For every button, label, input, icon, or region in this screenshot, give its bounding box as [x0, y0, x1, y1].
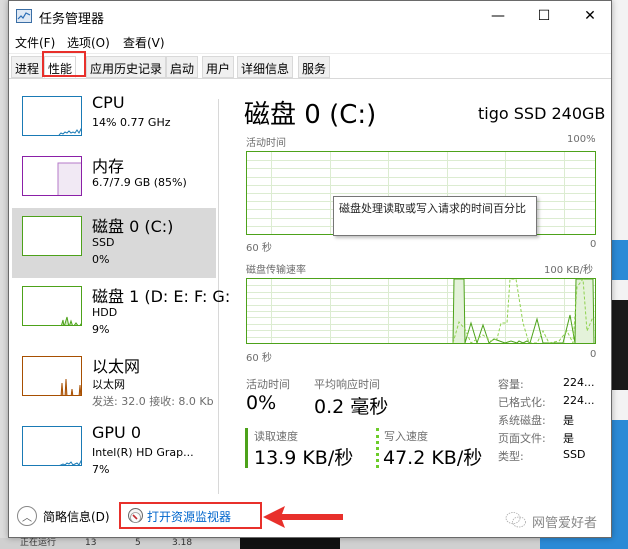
sidebar-item-disk-0[interactable]: 磁盘 0 (C:) SSD 0% — [12, 208, 216, 278]
fewer-details-button[interactable]: ︿ — [17, 506, 37, 526]
title-bar[interactable]: 任务管理器 — ☐ ✕ — [9, 1, 611, 31]
disk-model: tigo SSD 240GB — [478, 104, 606, 123]
active-time-stat-value: 0% — [246, 392, 277, 414]
menu-view[interactable]: 查看(V) — [123, 34, 165, 51]
task-manager-icon — [16, 9, 32, 23]
transfer-chart-label: 磁盘传输速率 — [246, 265, 306, 276]
sidebar-item-detail: 6.7/7.9 GB (85%) — [92, 176, 187, 189]
background-window-fragment — [612, 240, 628, 280]
tab-startup[interactable]: 启动 — [166, 56, 199, 78]
read-speed-value: 13.9 KB/秒 — [254, 447, 354, 469]
sidebar-item-title: CPU — [92, 93, 125, 112]
background-text: 正在运行 — [20, 538, 57, 548]
write-speed-label: 写入速度 — [384, 430, 428, 443]
formatted-label: 已格式化: — [498, 396, 546, 409]
cpu-thumbnail-graph — [22, 96, 82, 136]
write-speed-indicator — [376, 428, 379, 468]
system-disk-label: 系统磁盘: — [498, 414, 546, 427]
sidebar-item-usage: 9% — [92, 323, 110, 336]
close-icon: ✕ — [584, 8, 596, 24]
sidebar-item-title: 以太网 — [92, 357, 141, 376]
read-rate-spike — [574, 279, 595, 343]
avg-response-value: 0.2 毫秒 — [314, 396, 389, 418]
capacity-label: 容量: — [498, 378, 524, 391]
tab-bar: 进程 性能 应用历史记录 启动 用户 详细信息 服务 — [9, 53, 611, 79]
sidebar-item-detail: 以太网 — [92, 378, 125, 391]
system-disk-value: 是 — [563, 414, 574, 427]
page-file-value: 是 — [563, 432, 574, 445]
maximize-icon: ☐ — [537, 8, 551, 24]
background-text: 5 — [135, 538, 141, 548]
tab-details[interactable]: 详细信息 — [237, 56, 294, 78]
avg-response-label: 平均响应时间 — [314, 378, 380, 391]
read-speed-label: 读取速度 — [254, 430, 298, 443]
sidebar-item-detail: SSD — [92, 236, 115, 249]
tab-users[interactable]: 用户 — [202, 56, 235, 78]
sidebar-item-detail: 14% 0.77 GHz — [92, 116, 171, 129]
highlight-annotation — [42, 51, 86, 77]
sidebar-item-usage: 7% — [92, 463, 110, 476]
fewer-details-label[interactable]: 简略信息(D) — [43, 508, 110, 525]
tab-processes[interactable]: 进程 — [11, 56, 44, 78]
ethernet-thumbnail-graph — [22, 356, 82, 396]
active-time-chart-label: 活动时间 — [246, 138, 286, 149]
read-speed-indicator — [245, 428, 248, 468]
sidebar-item-title: GPU 0 — [92, 423, 142, 442]
read-rate-spike — [452, 279, 466, 343]
sidebar-item-title: 磁盘 1 (D: E: F: G: — [92, 287, 231, 306]
active-time-chart-max: 100% — [567, 134, 596, 145]
active-time-tooltip: 磁盘处理读取或写入请求的时间百分比 — [333, 196, 537, 236]
background-window-fragment — [540, 538, 628, 549]
background-window-fragment — [240, 538, 340, 549]
gpu-thumbnail-graph — [22, 426, 82, 466]
sidebar-item-ethernet[interactable]: 以太网 以太网 发送: 32.0 接收: 8.0 Kb — [12, 348, 216, 418]
sidebar-item-throughput: 发送: 32.0 接收: 8.0 Kb — [92, 395, 214, 408]
sidebar-item-gpu-0[interactable]: GPU 0 Intel(R) HD Grap... 7% — [12, 418, 216, 488]
write-speed-value: 47.2 KB/秒 — [383, 447, 483, 469]
background-window-fragment — [612, 300, 628, 390]
sidebar-item-title: 内存 — [92, 157, 125, 176]
capacity-value: 224... — [563, 376, 595, 389]
tab-services[interactable]: 服务 — [298, 56, 331, 78]
type-label: 类型: — [498, 450, 524, 463]
sidebar-item-title: 磁盘 0 (C:) — [92, 217, 174, 236]
background-text: 13 — [85, 538, 97, 548]
background-text: 3.18 — [172, 538, 193, 548]
read-rate-line — [464, 314, 576, 343]
menu-options[interactable]: 选项(O) — [67, 34, 110, 51]
minimize-button[interactable]: — — [475, 1, 521, 31]
window-title: 任务管理器 — [39, 12, 105, 27]
transfer-rate-graph — [246, 278, 596, 344]
menu-bar: 文件(F) 选项(O) 查看(V) — [9, 31, 611, 51]
transfer-x-right: 0 — [590, 349, 597, 360]
page-file-label: 页面文件: — [498, 432, 546, 445]
maximize-button[interactable]: ☐ — [521, 1, 567, 31]
tab-app-history[interactable]: 应用历史记录 — [86, 56, 167, 78]
chevron-up-icon: ︿ — [22, 512, 32, 524]
transfer-chart-max: 100 KB/秒 — [544, 265, 594, 276]
active-time-x-left: 60 秒 — [246, 243, 272, 254]
minimize-icon: — — [491, 8, 505, 24]
memory-thumbnail-graph — [22, 156, 82, 196]
watermark-text: 网管爱好者 — [532, 516, 598, 531]
active-time-stat-label: 活动时间 — [246, 378, 290, 391]
menu-file[interactable]: 文件(F) — [15, 34, 55, 51]
highlight-annotation — [119, 502, 262, 529]
type-value: SSD — [563, 448, 586, 461]
formatted-value: 224... — [563, 394, 595, 407]
disk-1-thumbnail-graph — [22, 286, 82, 326]
transfer-x-left: 60 秒 — [246, 353, 272, 364]
sidebar-item-disk-1[interactable]: 磁盘 1 (D: E: F: G: HDD 9% — [12, 278, 230, 348]
disk-0-thumbnail-graph — [22, 216, 82, 256]
wechat-watermark-icon — [505, 512, 526, 528]
disk-title: 磁盘 0 (C:) — [244, 100, 377, 130]
active-time-x-right: 0 — [590, 239, 597, 250]
close-button[interactable]: ✕ — [567, 1, 613, 31]
sidebar-item-detail: HDD — [92, 306, 118, 319]
arrow-annotation — [263, 506, 343, 528]
background-window-fragment — [612, 420, 628, 549]
sidebar-item-detail: Intel(R) HD Grap... — [92, 446, 194, 459]
sidebar-item-usage: 0% — [92, 253, 110, 266]
